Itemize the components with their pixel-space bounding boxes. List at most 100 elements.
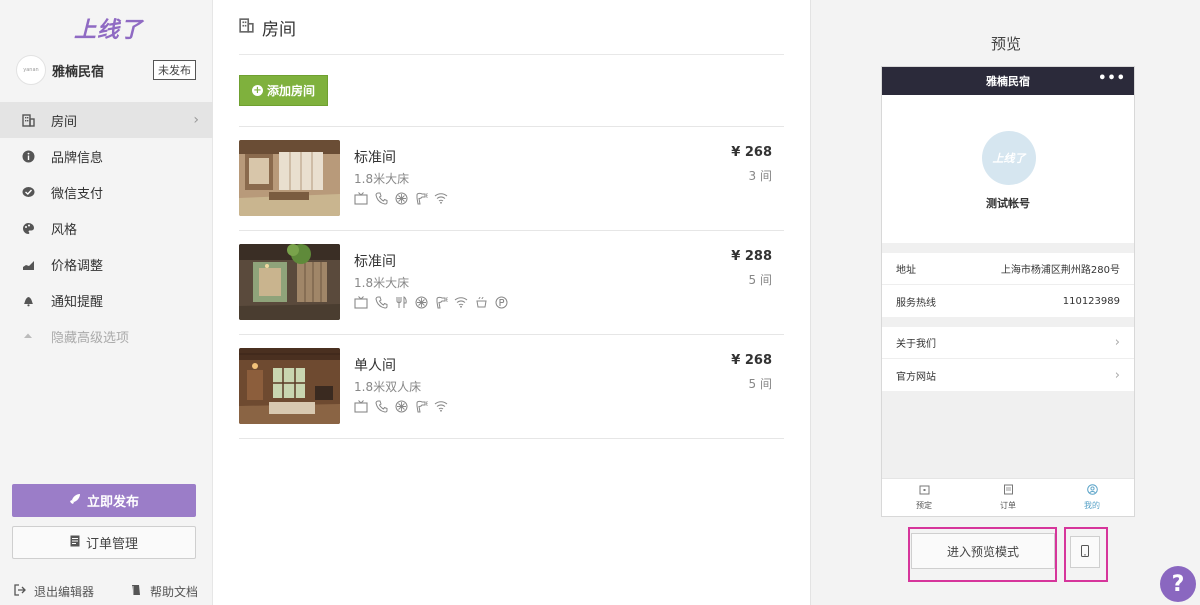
room-name[interactable]: 标准间 [354, 147, 396, 167]
amenities [354, 295, 514, 309]
book-icon [130, 584, 142, 599]
room-photo[interactable] [239, 244, 340, 320]
room-photo[interactable] [239, 348, 340, 424]
chevron-right-icon: › [1114, 335, 1120, 350]
room-list: 标准间 1.8米大床 ¥ 268 3 间 标准间 1.8米大床 ¥ 288 5 … [239, 126, 784, 439]
sidebar-item-label: 风格 [51, 222, 78, 238]
room-photo[interactable] [239, 140, 340, 216]
chevron-right-icon: › [1114, 367, 1120, 383]
sidebar-item-label: 隐藏高级选项 [51, 330, 130, 346]
publish-button[interactable]: 立即发布 [12, 484, 196, 517]
mobile-preview-button[interactable] [1070, 536, 1100, 568]
exit-editor-label: 退出编辑器 [34, 585, 95, 599]
chevron-right-icon: › [193, 112, 199, 128]
amenities [354, 399, 454, 413]
about-us-row[interactable]: 关于我们 › [882, 327, 1134, 359]
sidebar-item-hide-advanced[interactable]: 隐藏高级选项 [0, 318, 213, 354]
user-circle-icon [1086, 484, 1098, 498]
room-name[interactable]: 标准间 [354, 251, 396, 271]
room-item[interactable]: 单人间 1.8米双人床 ¥ 268 5 间 [239, 335, 784, 439]
sidebar-item-notifications[interactable]: 通知提醒 [0, 282, 213, 318]
add-room-label: 添加房间 [266, 84, 315, 98]
official-website-row[interactable]: 官方网站 › [882, 359, 1134, 391]
sidebar-item-label: 微信支付 [51, 186, 104, 202]
room-item[interactable]: 标准间 1.8米大床 ¥ 288 5 间 [239, 231, 784, 335]
hairdryer-icon [414, 399, 428, 413]
plus-circle-icon: + [251, 85, 263, 96]
sidebar-nav: 房间 › 品牌信息 微信支付 风格 价格调整 通知提醒 隐藏高级选项 [0, 102, 213, 354]
sidebar-item-wechat-pay[interactable]: 微信支付 [0, 174, 213, 210]
order-management-button[interactable]: 订单管理 [12, 526, 196, 559]
amenities [354, 191, 454, 205]
room-bed-type: 1.8米大床 [354, 276, 410, 290]
profile-avatar: 上线了 [982, 131, 1036, 185]
sidebar-item-rooms[interactable]: 房间 › [0, 102, 213, 138]
room-name[interactable]: 单人间 [354, 355, 396, 375]
phone-tabbar: 预定 订单 我的 [882, 478, 1134, 516]
help-docs-label: 帮助文档 [150, 585, 199, 599]
sidebar-footer: 退出编辑器 帮助文档 [0, 578, 213, 605]
ac-icon [414, 295, 428, 309]
calendar-icon [919, 484, 930, 498]
sidebar-item-label: 通知提醒 [51, 294, 104, 310]
room-price: ¥ 288 [731, 249, 772, 264]
official-website-label: 官方网站 [896, 371, 936, 383]
breakfast-icon [474, 295, 488, 309]
links-group: 关于我们 › 官方网站 › [882, 327, 1134, 391]
address-value: 上海市杨浦区荆州路280号 [1000, 265, 1120, 276]
hotline-row: 服务热线 110123989 [882, 285, 1134, 317]
publish-label: 立即发布 [86, 495, 139, 510]
phone-header: 雅楠民宿 ••• [882, 67, 1134, 95]
add-room-button[interactable]: + 添加房间 [239, 75, 328, 106]
building-icon [239, 17, 254, 37]
preview-panel: 预览 雅楠民宿 ••• 上线了 测试帐号 地址 上海市杨浦区荆州路280号 服务… [810, 0, 1200, 605]
ac-icon [394, 191, 408, 205]
preview-title: 预览 [990, 35, 1021, 53]
room-price: ¥ 268 [731, 145, 772, 160]
sidebar-item-style[interactable]: 风格 [0, 210, 213, 246]
rocket-icon [69, 493, 81, 508]
building-icon [21, 113, 35, 127]
brand-logo[interactable]: 上线了 [74, 12, 143, 44]
sidebar-item-brand-info[interactable]: 品牌信息 [0, 138, 213, 174]
hairdryer-icon [434, 295, 448, 309]
wifi-icon [454, 295, 468, 309]
room-count: 5 间 [748, 273, 772, 287]
parking-icon [494, 295, 508, 309]
exit-editor-link[interactable]: 退出编辑器 [14, 583, 94, 600]
tab-mine[interactable]: 我的 [1050, 479, 1134, 516]
room-item[interactable]: 标准间 1.8米大床 ¥ 268 3 间 [239, 127, 784, 231]
mobile-phone-icon [1081, 544, 1089, 560]
phone-preview: 雅楠民宿 ••• 上线了 测试帐号 地址 上海市杨浦区荆州路280号 服务热线 … [881, 66, 1135, 517]
hairdryer-icon [414, 191, 428, 205]
sidebar-item-label: 房间 [51, 114, 78, 130]
page-title: 房间 [262, 19, 296, 40]
room-bed-type: 1.8米双人床 [354, 380, 422, 394]
tab-label: 订单 [1000, 501, 1016, 510]
room-price: ¥ 268 [731, 353, 772, 368]
wechat-pay-icon [21, 185, 35, 199]
sign-out-icon [14, 584, 26, 599]
triangle-up-icon [21, 329, 35, 343]
main-content: 房间 + 添加房间 标准间 1.8米大床 ¥ 268 3 间 标准间 1.8米大… [214, 0, 810, 605]
sidebar-item-label: 品牌信息 [51, 150, 104, 166]
enter-preview-mode-button[interactable]: 进入预览模式 [911, 533, 1055, 569]
tab-booking[interactable]: 预定 [882, 479, 966, 516]
orders-label: 订单管理 [85, 537, 138, 552]
about-us-label: 关于我们 [896, 339, 936, 350]
bar-chart-icon [21, 257, 35, 271]
hotline-label: 服务热线 [896, 297, 936, 309]
wifi-icon [434, 399, 448, 413]
phone-header-title: 雅楠民宿 [986, 75, 1030, 88]
account-info: yanan 雅楠民宿 未发布 [16, 55, 196, 85]
phone-icon [374, 191, 388, 205]
palette-icon [21, 221, 35, 235]
help-button[interactable]: ? [1160, 566, 1196, 602]
address-row: 地址 上海市杨浦区荆州路280号 [882, 253, 1134, 285]
tab-orders[interactable]: 订单 [966, 479, 1050, 516]
sidebar-item-price-adjust[interactable]: 价格调整 [0, 246, 213, 282]
help-docs-link[interactable]: 帮助文档 [130, 583, 198, 600]
address-label: 地址 [896, 265, 916, 276]
more-menu-icon[interactable]: ••• [1098, 71, 1126, 86]
page-header: 房间 [239, 0, 784, 55]
